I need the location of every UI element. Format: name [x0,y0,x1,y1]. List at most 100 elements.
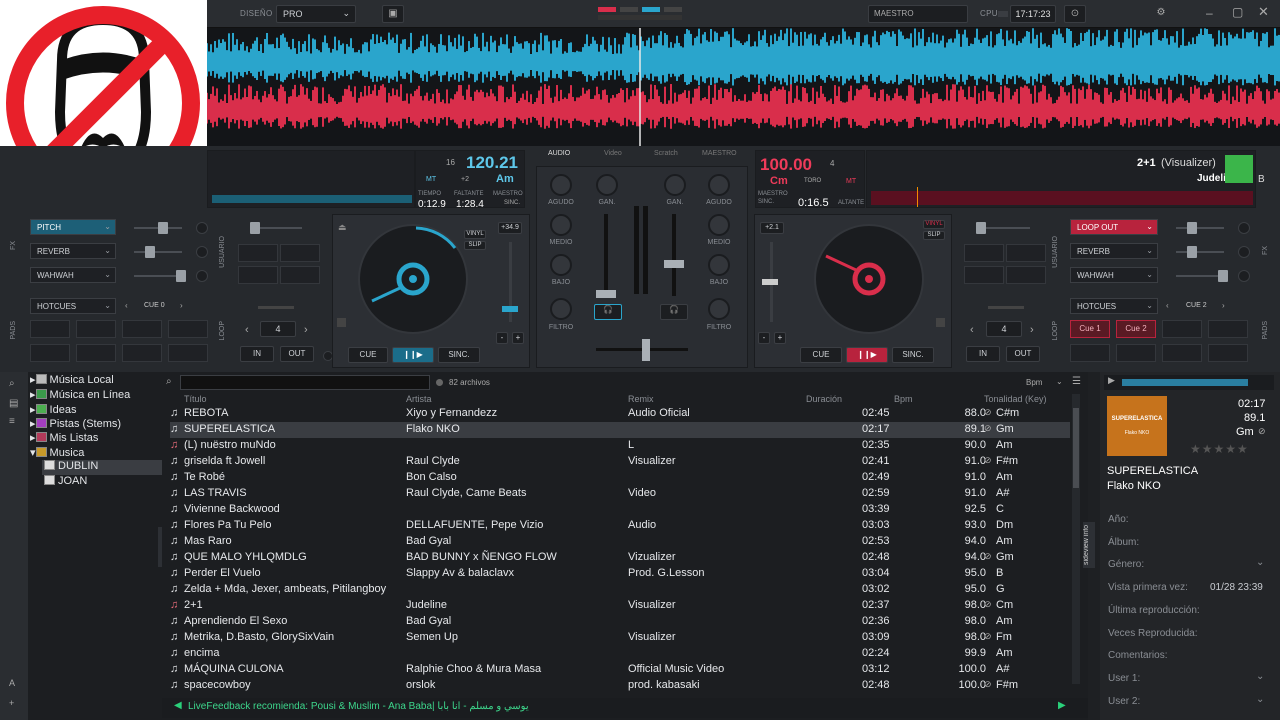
deck-a-fx3-slider[interactable] [134,275,182,277]
chevron-left-icon[interactable]: ‹ [245,324,249,336]
rating-stars[interactable]: ★★★★★ [1190,442,1249,456]
play-icon[interactable]: ◀ [174,700,182,711]
list-icon[interactable]: ≡ [9,416,15,427]
hotcue-pad[interactable] [76,344,116,362]
chevron-right-icon[interactable]: › [1030,324,1034,336]
tree-item-online[interactable]: ▸ Música en Línea [30,388,130,402]
eq-low-knob-b[interactable] [708,254,730,276]
side-field-value[interactable]: 01/28 23:39 [1210,582,1263,593]
sideview-tab[interactable]: sideview info [1083,522,1095,568]
search-icon[interactable]: ⌕ [9,378,15,389]
col-duration[interactable]: Duración [806,394,842,404]
gain-knob-b[interactable] [664,174,686,196]
slider-handle[interactable] [762,279,778,285]
scrollbar-thumb[interactable] [1073,408,1079,488]
deck-b-loop-in[interactable]: IN [966,346,1000,362]
table-row[interactable]: ♫ Perder El Vuelo Slappy Av & balaclavx Pro… [170,566,1070,582]
deck-b-fx1-slider[interactable] [1176,227,1224,229]
deck-b-sync-button[interactable]: SINC. [892,347,934,363]
deck-b-vinyl[interactable]: VINYL [923,220,945,229]
hotcue-pad[interactable] [30,344,70,362]
maximize-icon[interactable]: ▢ [1232,5,1243,19]
deck-b-track-info[interactable]: 2+1 (Visualizer) Judeline [866,150,1256,208]
eject-icon[interactable]: ⏏ [338,222,347,233]
col-artist[interactable]: Artista [406,394,432,404]
sort-select[interactable]: Bpm [1026,378,1042,387]
deck-b-fx2-slider[interactable] [1176,251,1224,253]
deck-a-vinyl[interactable]: VINYL [464,230,486,239]
deck-b-cue-button[interactable]: CUE [800,347,842,363]
deck-a-key[interactable]: Am [496,173,514,185]
fx2-power-icon[interactable] [1238,246,1250,258]
hotcue-pad[interactable] [168,320,208,338]
minimize-icon[interactable]: – [1206,6,1213,20]
stop-icon[interactable] [337,318,346,327]
tree-item-joan[interactable]: JOAN [44,475,87,489]
user-pad[interactable] [238,244,278,262]
hotcue-pad[interactable] [30,320,70,338]
hotcue-pad[interactable] [1162,344,1202,362]
hotcue-pad-2[interactable]: Cue 2 [1116,320,1156,338]
chevron-right-icon[interactable]: › [180,301,183,310]
font-size-icon[interactable]: A [9,678,15,688]
deck-b-loop-size[interactable]: 4 [986,321,1022,337]
deck-b-key[interactable]: Cm [770,175,788,187]
headphone-b-icon[interactable]: 🎧 [660,304,688,320]
deck-b-fx1-select[interactable]: LOOP OUT ⌄ [1070,219,1158,235]
search-input[interactable] [180,375,430,390]
deck-a-master-label[interactable]: MAESTRO [493,191,523,197]
deck-a-cue-button[interactable]: CUE [348,347,388,363]
table-row[interactable]: ♫ griselda ft Jowell Raul Clyde Visualizer 0… [170,454,1070,470]
table-row[interactable]: ♫ SUPERELASTICA Flako NKO 02:17 89.1 ⊘ Gm [170,422,1070,438]
tree-item-musica[interactable]: ▾ Musica [30,446,84,460]
table-row[interactable]: ♫ Te Robé Bon Calso 02:49 91.0 Am [170,470,1070,486]
tree-item-playlists[interactable]: ▸ Mis Listas [30,431,98,445]
hotcue-pad[interactable] [1208,344,1248,362]
gain-knob-a[interactable] [596,174,618,196]
hotcue-pad[interactable] [1070,344,1110,362]
deck-b-play-button[interactable]: ❙❙▶ [846,347,888,363]
stop-icon[interactable] [936,318,945,327]
table-row[interactable]: ♫ Mas Raro Bad Gyal 02:53 94.0 Am [170,534,1070,550]
table-row[interactable]: ♫ MÁQUINA CULONA Ralphie Choo & Mura Masa O… [170,662,1070,678]
table-row[interactable]: ♫ QUE MALO YHLQMDLG BAD BUNNY x ÑENGO FLOW… [170,550,1070,566]
hotcue-pad[interactable] [1208,320,1248,338]
chevron-right-icon[interactable]: › [304,324,308,336]
tree-item-dublin[interactable]: DUBLIN [44,460,98,474]
fx1-power-icon[interactable] [196,222,208,234]
master-button[interactable]: MAESTRO [868,5,968,23]
user-pad[interactable] [1006,266,1046,284]
deck-b-sync-label[interactable]: SINC. [758,199,774,205]
col-title[interactable]: Título [184,394,207,404]
table-row[interactable]: ♫ (L) nuëstro muNdo L 02:35 90.0 Am [170,438,1070,454]
user-pad[interactable] [964,266,1004,284]
chevron-left-icon[interactable]: ‹ [1166,301,1169,310]
volume-fader-b-track[interactable] [672,214,676,296]
eq-high-knob-b[interactable] [708,174,730,196]
fx1-power-icon[interactable] [1238,222,1250,234]
tab-master[interactable]: MAESTRO [702,150,737,157]
slider-handle[interactable] [502,306,518,312]
hotcue-pad[interactable] [1116,344,1156,362]
chevron-down-icon[interactable]: ⌄ [1256,557,1264,568]
livefeedback-bar[interactable]: ◀ LiveFeedback recomienda: Pousi & Musli… [162,698,1088,718]
deck-a-play-button[interactable]: ❙❙▶ [392,347,434,363]
hotcue-pad[interactable] [168,344,208,362]
table-row[interactable]: ♫ 2+1 Judeline Visualizer 02:37 98.0 ⊘ Cm [170,598,1070,614]
slider-handle[interactable] [976,222,986,234]
deck-a-platter[interactable] [358,224,468,334]
col-key[interactable]: Tonalidad (Key) [984,394,1047,404]
tab-scratch[interactable]: Scratch [654,150,678,157]
volume-fader-a[interactable] [596,290,616,298]
filter-knob-a[interactable] [550,298,572,320]
hotcue-pad[interactable] [76,320,116,338]
layout-select[interactable]: PRO ⌄ [276,5,356,23]
deck-a-fx2-select[interactable]: REVERB ⌄ [30,243,116,259]
hotcue-pad[interactable] [1162,320,1202,338]
deck-a-mt[interactable]: MT [426,176,436,183]
user-pad[interactable] [1006,244,1046,262]
tab-audio[interactable]: AUDIO [548,150,570,157]
deck-b-loop-out[interactable]: OUT [1006,346,1040,362]
slider-handle[interactable] [145,246,155,258]
fx3-power-icon[interactable] [196,270,208,282]
